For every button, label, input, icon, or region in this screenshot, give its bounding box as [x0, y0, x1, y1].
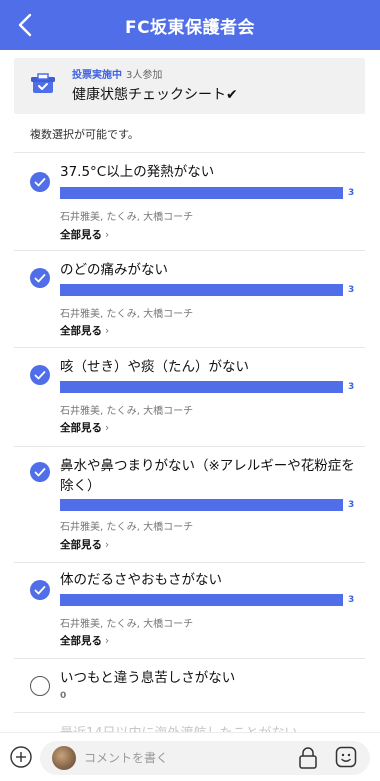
voter-names: 石井雅美, たくみ, 大橋コーチ [60, 212, 194, 223]
comment-placeholder: コメントを書く [84, 751, 169, 765]
see-all-label: 全部見る [60, 325, 102, 337]
see-all-link[interactable]: 全部見る › [60, 537, 109, 552]
poll-participants: 3人参加 [126, 70, 163, 81]
check-icon [34, 586, 46, 595]
multi-select-note: 複数選択が可能です。 [30, 128, 139, 141]
poll-title[interactable]: 健康状態チェックシート✔ [72, 84, 238, 104]
option-checkbox-checked[interactable] [30, 172, 50, 192]
vote-count: 3 [348, 382, 355, 392]
divider [14, 562, 365, 563]
check-icon [34, 178, 46, 187]
see-all-link[interactable]: 全部見る › [60, 323, 109, 338]
vote-bar [60, 381, 343, 393]
back-arrow-icon[interactable] [14, 12, 38, 38]
chevron-right-icon: › [105, 539, 110, 551]
divider [14, 347, 365, 348]
plus-icon[interactable] [10, 746, 32, 768]
option-checkbox-unchecked[interactable] [30, 676, 50, 696]
option-checkbox-checked[interactable] [30, 268, 50, 288]
check-icon [34, 274, 46, 283]
option-label: 体のだるさやおもさがない [60, 572, 222, 588]
divider [14, 250, 365, 251]
divider [14, 152, 365, 153]
vote-bar [60, 284, 343, 296]
see-all-label: 全部見る [60, 539, 102, 551]
see-all-link[interactable]: 全部見る › [60, 420, 109, 435]
option-checkbox-checked[interactable] [30, 365, 50, 385]
poll-status-label: 投票実施中 [72, 70, 122, 81]
see-all-label: 全部見る [60, 229, 102, 241]
poll-status: 投票実施中 3人参加 [72, 66, 162, 81]
vote-count: 3 [348, 595, 355, 605]
poll-summary-card: 投票実施中 3人参加 健康状態チェックシート✔ [14, 58, 365, 114]
ballot-box-icon [31, 73, 55, 93]
see-all-label: 全部見る [60, 635, 102, 647]
see-all-link[interactable]: 全部見る › [60, 633, 109, 648]
option-label: 37.5°C以上の発熱がない [60, 164, 215, 180]
see-all-label: 全部見る [60, 422, 102, 434]
vote-count: 0 [60, 691, 67, 701]
comment-bar: コメントを書く [0, 732, 380, 781]
option-label: 鼻水や鼻つまりがない（※アレルギーや花粉症を 除く） [60, 456, 360, 496]
option-label-line: 鼻水や鼻つまりがない（※アレルギーや花粉症を [60, 458, 355, 474]
lock-icon[interactable] [297, 746, 319, 770]
chevron-right-icon: › [105, 422, 110, 434]
vote-bar [60, 187, 343, 199]
voter-names: 石井雅美, たくみ, 大橋コーチ [60, 406, 194, 417]
poll-title-text: 健康状態チェックシート✔ [72, 87, 238, 103]
vote-bar [60, 594, 343, 606]
see-all-link[interactable]: 全部見る › [60, 227, 109, 242]
option-label: いつもと違う息苦しさがない [60, 670, 236, 686]
smiley-icon[interactable] [335, 746, 357, 768]
divider [14, 712, 365, 713]
vote-count: 3 [348, 285, 355, 295]
chevron-right-icon: › [105, 635, 110, 647]
app-header: FC坂東保護者会 [0, 0, 380, 50]
chevron-right-icon: › [105, 229, 110, 241]
voter-names: 石井雅美, たくみ, 大橋コーチ [60, 522, 194, 533]
avatar [52, 746, 76, 770]
vote-bar [60, 499, 343, 511]
page-title: FC坂東保護者会 [124, 17, 256, 38]
voter-names: 石井雅美, たくみ, 大橋コーチ [60, 309, 194, 320]
divider [14, 658, 365, 659]
voter-names: 石井雅美, たくみ, 大橋コーチ [60, 619, 194, 630]
vote-count: 3 [348, 188, 355, 198]
check-icon [34, 371, 46, 380]
option-label: 咳（せき）や痰（たん）がない [60, 359, 249, 375]
vote-count: 3 [348, 500, 355, 510]
option-label-line: 除く） [60, 478, 101, 494]
option-checkbox-checked[interactable] [30, 462, 50, 482]
divider [14, 446, 365, 447]
check-icon [34, 468, 46, 477]
option-checkbox-checked[interactable] [30, 580, 50, 600]
chevron-right-icon: › [105, 325, 110, 337]
option-label: のどの痛みがない [60, 262, 168, 278]
